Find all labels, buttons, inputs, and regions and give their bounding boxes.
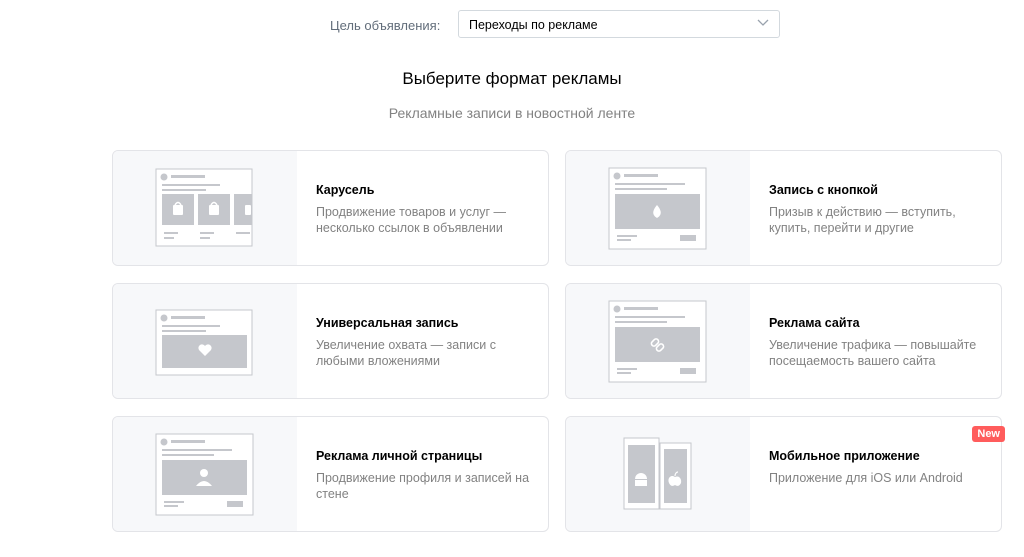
user-icon: [155, 433, 254, 516]
card-preview: [566, 284, 750, 398]
card-title: Реклама личной страницы: [316, 449, 483, 463]
card-preview: [113, 417, 297, 531]
card-description: Увеличение трафика — повышайте посещаемо…: [769, 338, 977, 368]
chevron-down-icon: [757, 19, 769, 26]
ad-goal-row: Цель объявления: Переходы по рекламе: [0, 10, 1024, 40]
new-badge: New: [972, 426, 1005, 442]
card-description: Продвижение товаров и услуг — несколько …: [316, 205, 507, 235]
card-title: Карусель: [316, 183, 375, 197]
card-description: Продвижение профиля и записей на стене: [316, 471, 530, 501]
fire-icon: [608, 167, 707, 250]
page-title: Выберите формат рекламы: [402, 69, 622, 88]
format-card-button-post[interactable]: Запись с кнопкой Призыв к действию — вст…: [565, 150, 1002, 266]
section-subtitle: Рекламные записи в новостной ленте: [388, 105, 636, 121]
ad-goal-label: Цель объявления:: [330, 18, 441, 33]
card-preview: [566, 151, 750, 265]
android-apple-icon: [623, 437, 692, 510]
link-icon: [608, 300, 707, 383]
format-card-personal-page[interactable]: Реклама личной страницы Продвижение проф…: [112, 416, 549, 532]
card-title: Запись с кнопкой: [769, 183, 878, 197]
card-preview: [566, 417, 750, 531]
ad-goal-value: Переходы по рекламе: [469, 18, 598, 32]
format-card-carousel[interactable]: Карусель Продвижение товаров и услуг — н…: [112, 150, 549, 266]
heart-icon: [155, 309, 253, 376]
card-description: Призыв к действию — вступить, купить, пе…: [769, 205, 956, 235]
ad-goal-select[interactable]: Переходы по рекламе: [458, 10, 780, 38]
card-preview: [113, 284, 297, 398]
card-preview: [113, 151, 297, 265]
card-title: Универсальная запись: [316, 316, 459, 330]
card-title: Мобильное приложение: [769, 449, 920, 463]
card-title: Реклама сайта: [769, 316, 860, 330]
format-card-mobile-app[interactable]: Мобильное приложение Приложение для iOS …: [565, 416, 1005, 532]
format-card-website-ad[interactable]: Реклама сайта Увеличение трафика — повыш…: [565, 283, 1002, 399]
carousel-icon: [155, 168, 253, 247]
card-description: Увеличение охвата — записи с любыми влож…: [316, 338, 496, 368]
card-description: Приложение для iOS или Android: [769, 471, 963, 485]
format-card-universal-post[interactable]: Универсальная запись Увеличение охвата —…: [112, 283, 549, 399]
